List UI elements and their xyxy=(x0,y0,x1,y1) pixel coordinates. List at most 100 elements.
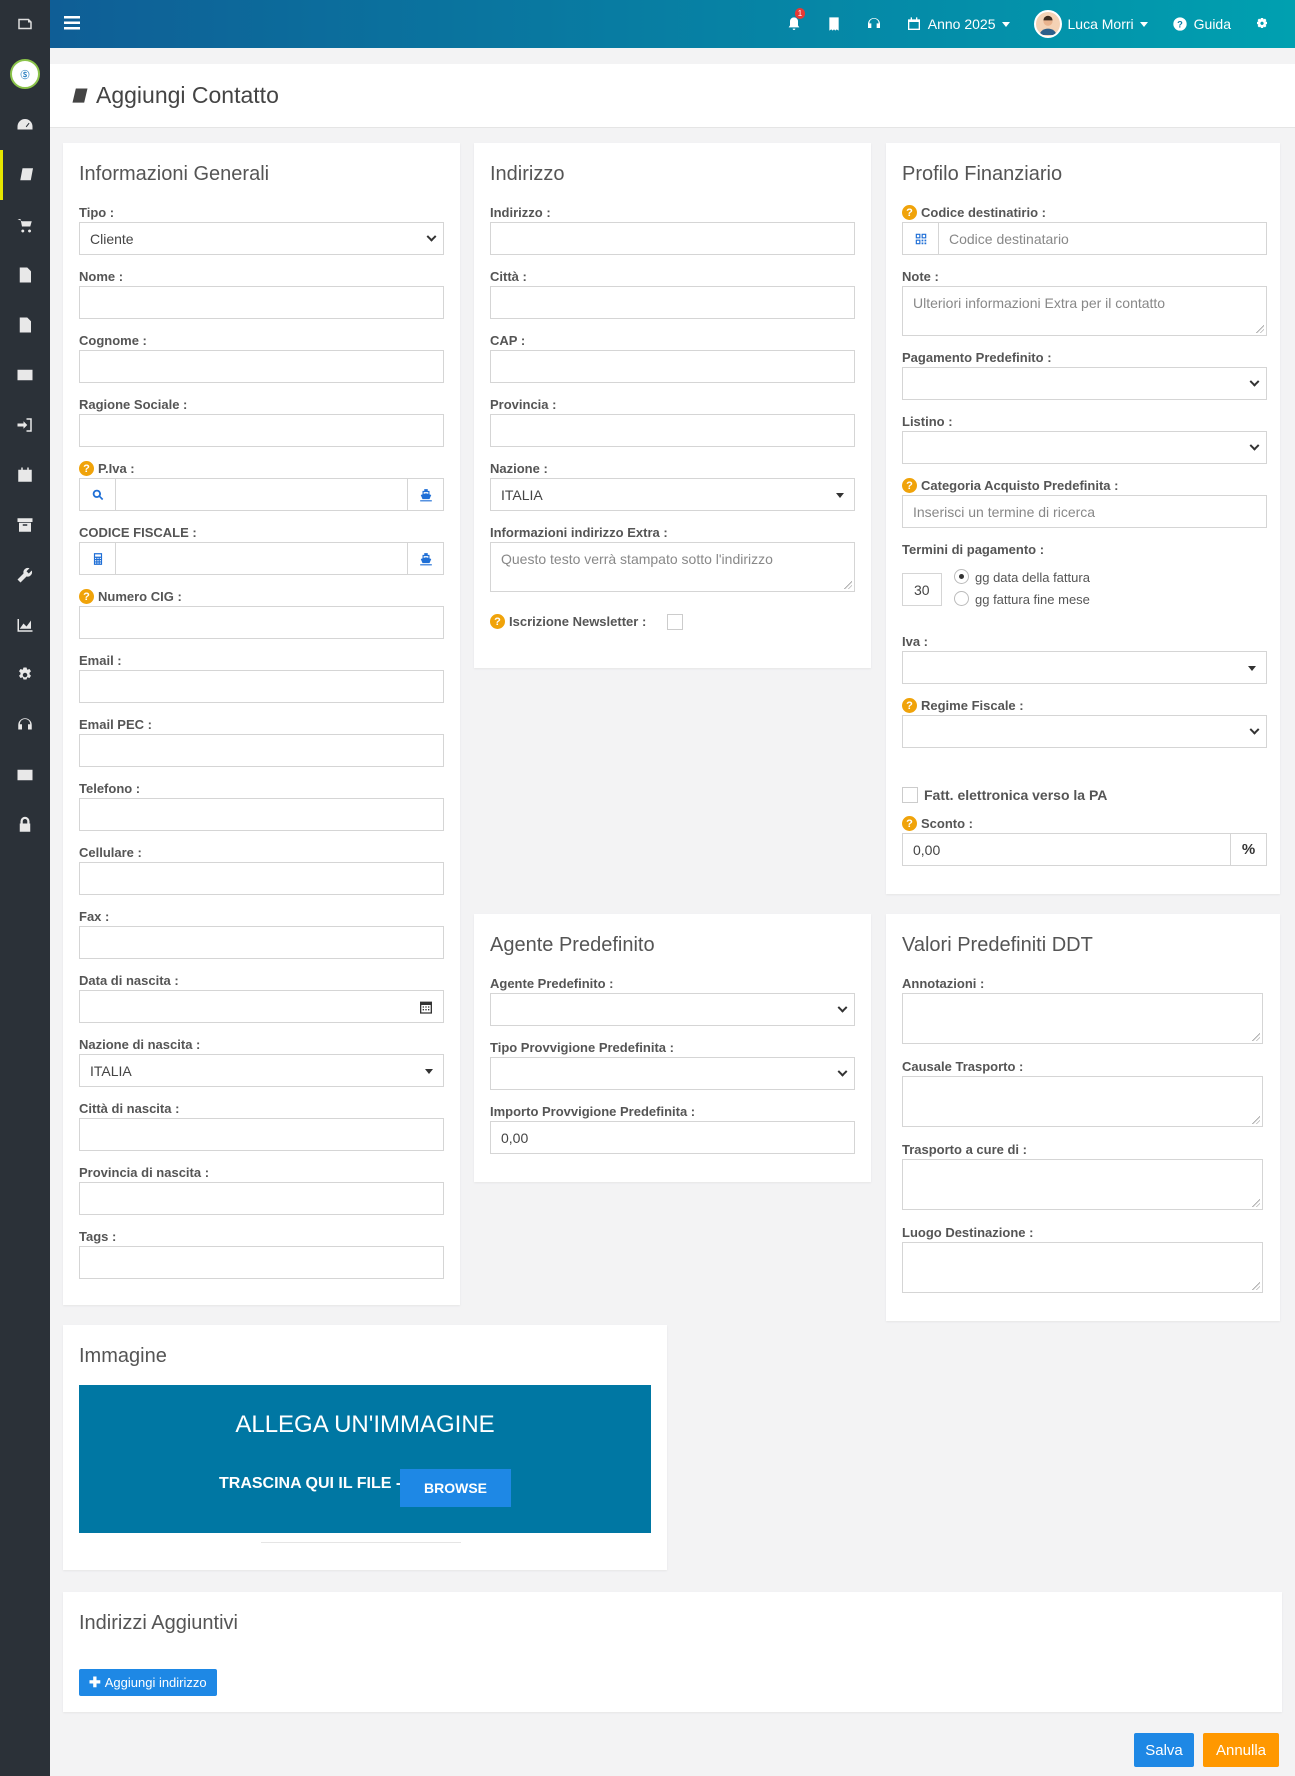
browse-button[interactable]: BROWSE xyxy=(400,1469,511,1507)
citta-nascita-input[interactable] xyxy=(79,1118,444,1151)
cap-input[interactable] xyxy=(490,350,855,383)
cognome-input[interactable] xyxy=(79,350,444,383)
iva-select[interactable] xyxy=(902,651,1267,684)
help-icon[interactable]: ? xyxy=(79,589,94,604)
causale-label: Causale Trasporto : xyxy=(902,1059,1024,1074)
citta-input[interactable] xyxy=(490,286,855,319)
nazione-select[interactable]: ITALIA xyxy=(490,478,855,511)
resize-handle-icon[interactable] xyxy=(1252,1282,1260,1290)
resize-handle-icon[interactable] xyxy=(1252,1033,1260,1041)
data-nascita-input[interactable] xyxy=(79,990,444,1023)
hamburger-menu-icon[interactable] xyxy=(64,14,82,32)
sidebar-item-login[interactable] xyxy=(0,400,50,450)
settings-button[interactable] xyxy=(1255,16,1271,32)
nazione-nascita-select[interactable]: ITALIA xyxy=(79,1054,444,1087)
provincia-input[interactable] xyxy=(490,414,855,447)
year-selector[interactable]: Anno 2025 xyxy=(906,16,1010,32)
sidebar-item-payments[interactable] xyxy=(0,750,50,800)
nome-input[interactable] xyxy=(79,286,444,319)
image-title: Immagine xyxy=(79,1345,167,1367)
help-icon[interactable]: ? xyxy=(79,461,94,476)
radio-data-fattura[interactable] xyxy=(954,569,969,584)
support-button[interactable] xyxy=(866,16,882,32)
receipt-button[interactable] xyxy=(826,16,842,32)
sidebar-item-settings[interactable] xyxy=(0,650,50,700)
annotazioni-textarea[interactable] xyxy=(902,993,1263,1044)
newsletter-checkbox[interactable] xyxy=(667,614,683,630)
calculator-icon[interactable] xyxy=(80,543,116,574)
sidebar-item-tools[interactable] xyxy=(0,550,50,600)
help-button[interactable]: ? Guida xyxy=(1172,16,1231,32)
search-icon[interactable] xyxy=(80,479,116,510)
importo-provvigione-input[interactable]: 0,00 xyxy=(490,1121,855,1154)
pagamento-select[interactable] xyxy=(902,367,1267,400)
sconto-input[interactable]: 0,00 % xyxy=(902,833,1267,866)
resize-handle-icon[interactable] xyxy=(1252,1199,1260,1207)
resize-handle-icon[interactable] xyxy=(844,581,852,589)
image-dropzone[interactable]: ALLEGA UN'IMMAGINE TRASCINA QUI IL FILE … xyxy=(79,1385,651,1533)
sidebar-item-documents[interactable] xyxy=(0,250,50,300)
ragione-sociale-input[interactable] xyxy=(79,414,444,447)
help-icon[interactable]: ? xyxy=(902,478,917,493)
causale-textarea[interactable] xyxy=(902,1076,1263,1127)
termini-input[interactable]: 30 xyxy=(902,573,942,606)
sidebar-logo-icon[interactable] xyxy=(0,0,50,48)
sidebar-item-dashboard[interactable] xyxy=(0,100,50,150)
sidebar-item-cart[interactable] xyxy=(0,200,50,250)
cig-input[interactable] xyxy=(79,606,444,639)
extra-address-textarea[interactable]: Questo testo verrà stampato sotto l'indi… xyxy=(490,542,855,592)
listino-select[interactable] xyxy=(902,431,1267,464)
sidebar-item-security[interactable] xyxy=(0,800,50,850)
codice-destinatario-label-text: Codice destinatirio : xyxy=(921,205,1046,220)
sidebar-item-archive[interactable] xyxy=(0,500,50,550)
add-address-button[interactable]: ✚ Aggiungi indirizzo xyxy=(79,1669,217,1696)
provincia-nascita-input[interactable] xyxy=(79,1182,444,1215)
luogo-textarea[interactable] xyxy=(902,1242,1263,1293)
email-input[interactable] xyxy=(79,670,444,703)
tipo-provvigione-select[interactable] xyxy=(490,1057,855,1090)
calendar-icon xyxy=(18,467,32,482)
radio-fine-mese-label: gg fattura fine mese xyxy=(975,592,1090,607)
regime-select[interactable] xyxy=(902,715,1267,748)
resize-handle-icon[interactable] xyxy=(1256,325,1264,333)
tipo-select[interactable]: Cliente xyxy=(79,222,444,255)
help-icon[interactable]: ? xyxy=(902,698,917,713)
telefono-input[interactable] xyxy=(79,798,444,831)
categoria-placeholder: Inserisci un termine di ricerca xyxy=(913,503,1096,520)
piva-input[interactable] xyxy=(79,478,444,511)
ship-icon[interactable] xyxy=(407,479,443,510)
trasporto-textarea[interactable] xyxy=(902,1159,1263,1210)
sidebar-item-reports[interactable] xyxy=(0,600,50,650)
fax-input[interactable] xyxy=(79,926,444,959)
sidebar-item-support[interactable] xyxy=(0,700,50,750)
notifications-button[interactable]: 1 xyxy=(786,8,806,32)
save-button[interactable]: Salva xyxy=(1134,1733,1194,1767)
note-textarea[interactable]: Ulteriori informazioni Extra per il cont… xyxy=(902,286,1267,336)
radio-fine-mese[interactable] xyxy=(954,591,969,606)
categoria-input[interactable]: Inserisci un termine di ricerca xyxy=(902,495,1267,528)
calendar-icon[interactable] xyxy=(418,999,434,1015)
sidebar-item-invoices[interactable] xyxy=(0,300,50,350)
codice-fiscale-input[interactable] xyxy=(79,542,444,575)
sidebar-item-contacts[interactable] xyxy=(0,150,50,200)
indirizzo-input[interactable] xyxy=(490,222,855,255)
pec-input[interactable] xyxy=(79,734,444,767)
cogs-icon xyxy=(1257,18,1267,28)
cancel-button[interactable]: Annulla xyxy=(1203,1733,1279,1767)
help-icon[interactable]: ? xyxy=(902,816,917,831)
sidebar-item-calendar[interactable] xyxy=(0,450,50,500)
help-icon[interactable]: ? xyxy=(490,614,505,629)
cellulare-input[interactable] xyxy=(79,862,444,895)
codice-destinatario-input[interactable]: Codice destinatario xyxy=(902,222,1267,255)
luogo-label: Luogo Destinazione : xyxy=(902,1225,1034,1240)
help-icon[interactable]: ? xyxy=(902,205,917,220)
company-logo[interactable]: Ⓢ xyxy=(0,48,50,100)
sidebar-item-cards[interactable] xyxy=(0,350,50,400)
pa-checkbox[interactable] xyxy=(902,787,918,803)
user-menu[interactable]: Luca Morri xyxy=(1033,10,1148,38)
resize-handle-icon[interactable] xyxy=(1252,1116,1260,1124)
tags-input[interactable] xyxy=(79,1246,444,1279)
agente-select[interactable] xyxy=(490,993,855,1026)
ship-icon[interactable] xyxy=(407,543,443,574)
credit-card-icon xyxy=(17,769,33,781)
